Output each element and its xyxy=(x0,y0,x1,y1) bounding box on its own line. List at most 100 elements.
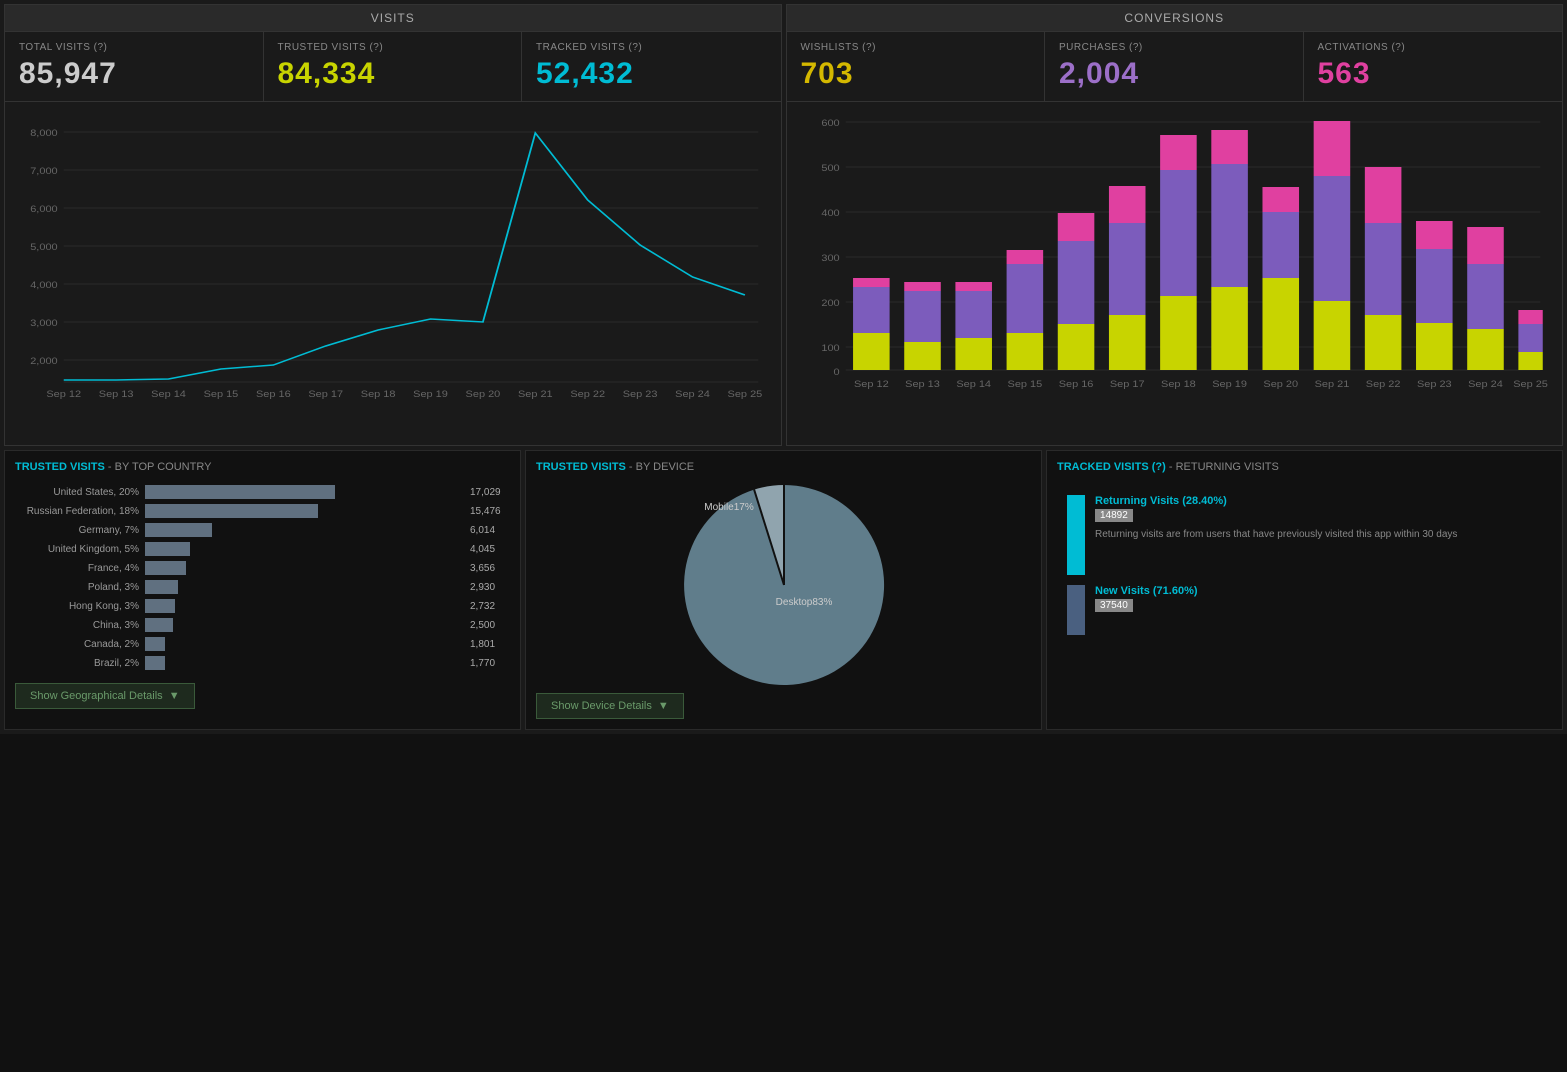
geo-bar-fill xyxy=(145,637,165,651)
svg-text:Sep 21: Sep 21 xyxy=(1314,380,1349,390)
geo-bar-value: 2,500 xyxy=(470,620,510,631)
purchases-label: PURCHASES (?) xyxy=(1059,42,1143,53)
geo-bar-label: France, 4% xyxy=(15,563,145,574)
device-panel: TRUSTED VISITS - BY DEVICE Desktop83% Mo… xyxy=(525,450,1042,730)
returning-desc: Returning visits are from users that hav… xyxy=(1095,528,1542,542)
conversions-metrics: WISHLISTS (?) 703 PURCHASES (?) 2,004 AC… xyxy=(787,32,1563,102)
returning-bar xyxy=(1067,495,1085,575)
returning-title: TRACKED VISITS (?) - RETURNING VISITS xyxy=(1057,461,1552,473)
geo-bar-row: Poland, 3%2,930 xyxy=(15,580,510,594)
svg-text:Sep 14: Sep 14 xyxy=(956,380,991,390)
visits-metrics: TOTAL VISITS (?) 85,947 TRUSTED VISITS (… xyxy=(5,32,781,102)
geo-title: TRUSTED VISITS - BY TOP COUNTRY xyxy=(15,461,510,473)
geo-bar-row: Germany, 7% 6,014 xyxy=(15,523,510,537)
svg-text:Sep 23: Sep 23 xyxy=(1416,380,1451,390)
geo-bar-row: United States, 20%17,029 xyxy=(15,485,510,499)
geo-bar-value: 15,476 xyxy=(470,506,510,517)
svg-text:Sep 16: Sep 16 xyxy=(1058,380,1093,390)
geo-bar-fill xyxy=(145,656,165,670)
purchases-value: 2,004 xyxy=(1059,57,1139,91)
returning-title-normal: - RETURNING VISITS xyxy=(1169,461,1279,473)
svg-text:0: 0 xyxy=(833,368,840,378)
visits-header: VISITS xyxy=(5,5,781,32)
svg-text:Sep 12: Sep 12 xyxy=(853,380,888,390)
svg-text:5,000: 5,000 xyxy=(30,243,58,253)
wishlists-box: WISHLISTS (?) 703 xyxy=(787,32,1046,101)
geo-bar-track xyxy=(145,580,465,594)
geo-bar-row: China, 3% 2,500 xyxy=(15,618,510,632)
svg-text:Sep 18: Sep 18 xyxy=(361,390,396,400)
desktop-pie-label: Desktop83% xyxy=(775,597,832,608)
geo-bar-row: France, 4%3,656 xyxy=(15,561,510,575)
conversions-header: CONVERSIONS xyxy=(787,5,1563,32)
geo-bar-value: 1,770 xyxy=(470,658,510,669)
total-visits-label: TOTAL VISITS (?) xyxy=(19,42,107,53)
geo-bar-label: Russian Federation, 18% xyxy=(15,506,145,517)
svg-text:Sep 25: Sep 25 xyxy=(1513,380,1548,390)
svg-text:Sep 22: Sep 22 xyxy=(570,390,605,400)
svg-text:Sep 13: Sep 13 xyxy=(905,380,940,390)
trusted-visits-box: TRUSTED VISITS (?) 84,334 xyxy=(264,32,523,101)
line-chart-area: 8,000 7,000 6,000 5,000 4,000 3,000 2,00… xyxy=(5,102,781,445)
returning-info: Returning Visits (28.40%) 14892 Returnin… xyxy=(1095,495,1542,575)
geo-bar-row: United Kingdom, 5%4,045 xyxy=(15,542,510,556)
returning-title-accent: TRACKED VISITS (?) xyxy=(1057,461,1166,473)
show-device-button[interactable]: Show Device Details ▼ xyxy=(536,693,684,719)
svg-text:7,000: 7,000 xyxy=(30,167,58,177)
svg-text:200: 200 xyxy=(821,299,840,309)
svg-text:8,000: 8,000 xyxy=(30,129,58,139)
geo-bar-label: Germany, 7% xyxy=(15,525,145,536)
svg-text:Sep 24: Sep 24 xyxy=(1468,380,1503,390)
new-label: New Visits (71.60%) xyxy=(1095,585,1542,597)
svg-text:Sep 17: Sep 17 xyxy=(1109,380,1144,390)
bottom-row: TRUSTED VISITS - BY TOP COUNTRY United S… xyxy=(4,450,1563,730)
new-bar xyxy=(1067,585,1085,635)
purchases-box: PURCHASES (?) 2,004 xyxy=(1045,32,1304,101)
svg-text:Sep 20: Sep 20 xyxy=(466,390,501,400)
geo-bar-track xyxy=(145,485,465,499)
geo-bar-fill xyxy=(145,523,212,537)
geo-bar-track xyxy=(145,523,465,537)
geo-bar-fill xyxy=(145,504,318,518)
geo-bar-label: Poland, 3% xyxy=(15,582,145,593)
svg-text:Sep 25: Sep 25 xyxy=(728,390,763,400)
geo-bar-track xyxy=(145,504,465,518)
visits-panel: VISITS TOTAL VISITS (?) 85,947 TRUSTED V… xyxy=(4,4,782,446)
tracked-visits-label: TRACKED VISITS (?) xyxy=(536,42,642,53)
geo-bar-value: 17,029 xyxy=(470,487,510,498)
chevron-down-icon-device: ▼ xyxy=(658,700,669,712)
svg-text:Sep 20: Sep 20 xyxy=(1263,380,1298,390)
geo-bar-row: Brazil, 2%1,770 xyxy=(15,656,510,670)
geo-bar-track xyxy=(145,561,465,575)
trusted-visits-value: 84,334 xyxy=(278,57,376,91)
svg-text:300: 300 xyxy=(821,254,840,264)
svg-text:Sep 19: Sep 19 xyxy=(1212,380,1247,390)
show-geo-label: Show Geographical Details xyxy=(30,690,163,702)
svg-text:Sep 13: Sep 13 xyxy=(99,390,134,400)
svg-text:Sep 17: Sep 17 xyxy=(308,390,343,400)
geo-title-accent: TRUSTED VISITS xyxy=(15,461,105,473)
line-chart-svg: 8,000 7,000 6,000 5,000 4,000 3,000 2,00… xyxy=(15,112,771,412)
svg-text:4,000: 4,000 xyxy=(30,281,58,291)
pie-container: Desktop83% Mobile17% xyxy=(536,485,1031,685)
show-geo-button[interactable]: Show Geographical Details ▼ xyxy=(15,683,195,709)
chevron-down-icon: ▼ xyxy=(169,690,180,702)
geo-bar-value: 4,045 xyxy=(470,544,510,555)
device-title-accent: TRUSTED VISITS xyxy=(536,461,626,473)
svg-text:Sep 18: Sep 18 xyxy=(1161,380,1196,390)
geo-bar-label: China, 3% xyxy=(15,620,145,631)
svg-text:Sep 16: Sep 16 xyxy=(256,390,291,400)
svg-text:600: 600 xyxy=(821,119,840,129)
svg-text:Sep 15: Sep 15 xyxy=(1007,380,1042,390)
new-visits-row: New Visits (71.60%) 37540 xyxy=(1067,585,1542,635)
show-device-label: Show Device Details xyxy=(551,700,652,712)
svg-text:2,000: 2,000 xyxy=(30,357,58,367)
tracked-visits-box: TRACKED VISITS (?) 52,432 xyxy=(522,32,781,101)
mobile-pie-label: Mobile17% xyxy=(704,502,754,513)
svg-text:500: 500 xyxy=(821,164,840,174)
geo-bar-track xyxy=(145,637,465,651)
geo-bar-track xyxy=(145,656,465,670)
trusted-visits-label: TRUSTED VISITS (?) xyxy=(278,42,384,53)
geo-bar-value: 6,014 xyxy=(470,525,510,536)
returning-content: Returning Visits (28.40%) 14892 Returnin… xyxy=(1057,485,1552,645)
